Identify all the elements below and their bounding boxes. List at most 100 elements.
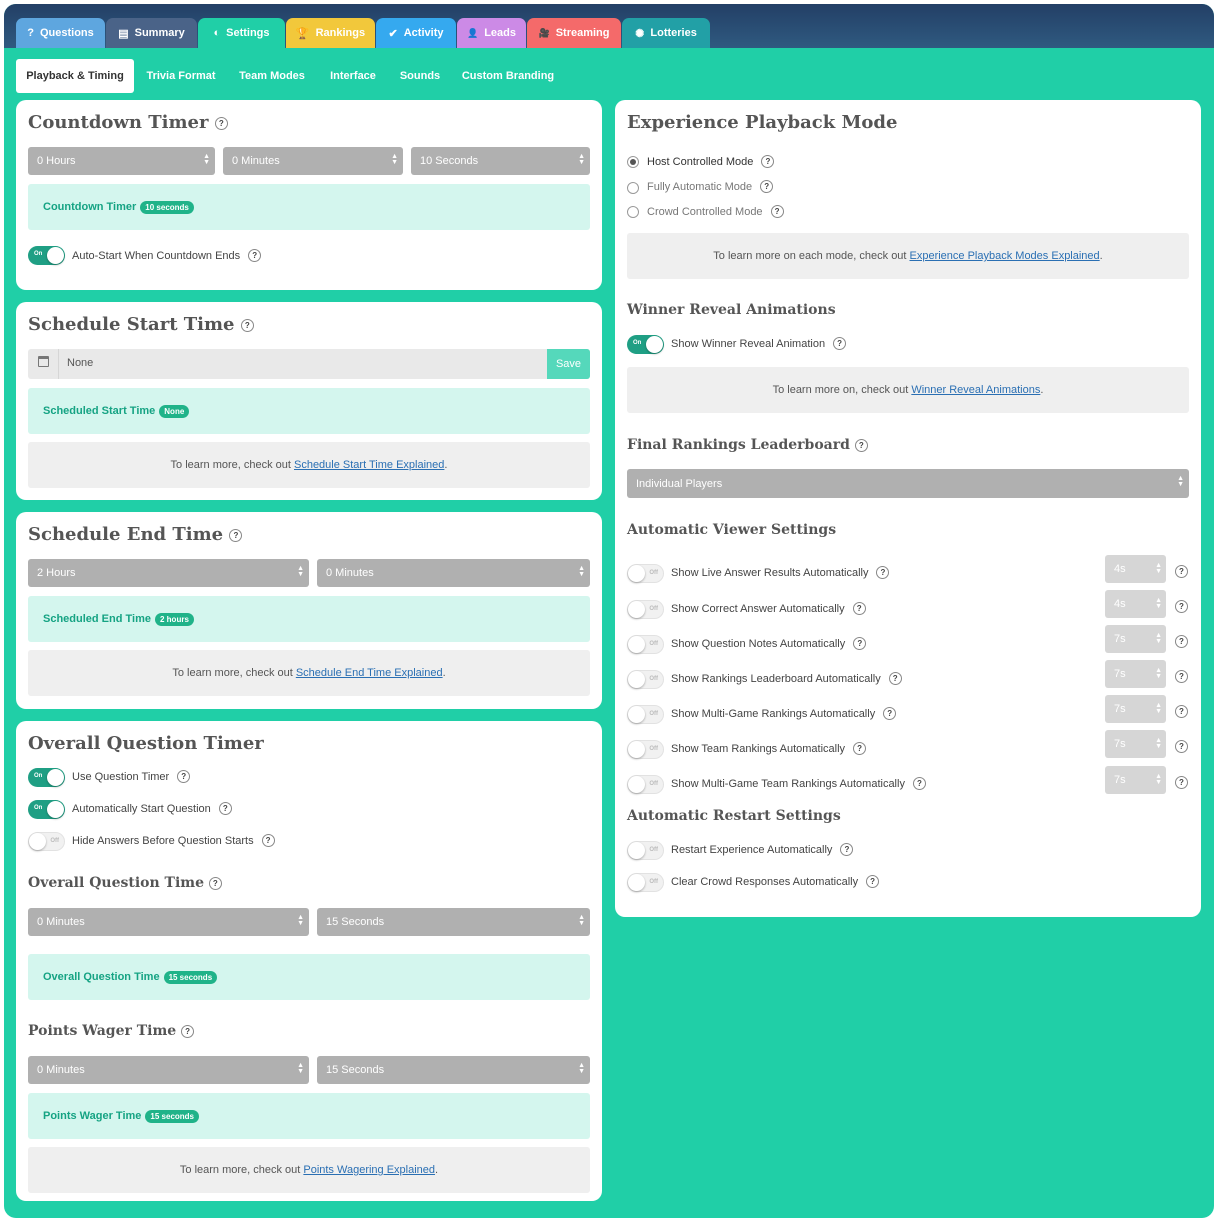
question-seconds-select[interactable]: 15 Seconds ▲ ▼ xyxy=(317,908,590,936)
help-icon[interactable]: ? xyxy=(888,672,902,685)
end-help-link[interactable]: Schedule End Time Explained xyxy=(296,667,443,679)
wager-seconds-select[interactable]: 15 Seconds ▲ ▼ xyxy=(317,1056,590,1084)
save-button[interactable]: Save xyxy=(547,349,590,379)
sort-arrows-icon: ▲ ▼ xyxy=(1155,597,1162,610)
live-answer-toggle[interactable]: Off xyxy=(627,564,664,583)
help-icon[interactable]: ? xyxy=(1175,740,1188,753)
help-icon[interactable]: ? xyxy=(181,1024,195,1038)
tab-activity[interactable]: ✔ Activity xyxy=(376,18,456,48)
auto-start-question-toggle[interactable]: On xyxy=(28,800,65,819)
playback-help-link[interactable]: Experience Playback Modes Explained xyxy=(910,250,1100,262)
leaderboard-select[interactable]: Individual Players ▲ ▼ xyxy=(627,469,1189,498)
subtab-trivia-format[interactable]: Trivia Format xyxy=(138,59,224,93)
subtab-interface[interactable]: Interface xyxy=(320,59,386,93)
tab-summary[interactable]: ▤ Summary xyxy=(106,18,197,48)
hours-select[interactable]: 0 Hours ▲ ▼ xyxy=(28,147,215,175)
radio-crowd-controlled[interactable] xyxy=(627,206,639,218)
multi-game-team-rankings-toggle[interactable]: Off xyxy=(627,775,664,794)
live-answer-delay-select[interactable]: 4s ▲ ▼ xyxy=(1105,555,1166,583)
toggle-icon: ◐ xyxy=(213,27,221,39)
help-icon[interactable]: ? xyxy=(208,876,222,890)
team-rankings-delay-select[interactable]: 7s ▲ ▼ xyxy=(1105,730,1166,758)
tab-settings[interactable]: ◐ Settings xyxy=(198,18,285,48)
subtab-team-modes[interactable]: Team Modes xyxy=(228,59,316,93)
question-minutes-select[interactable]: 0 Minutes ▲ ▼ xyxy=(28,908,309,936)
auto-start-toggle[interactable]: On xyxy=(28,246,65,265)
help-icon[interactable]: ? xyxy=(761,155,775,168)
help-icon[interactable]: ? xyxy=(1175,600,1188,613)
help-icon[interactable]: ? xyxy=(760,180,774,193)
help-icon[interactable]: ? xyxy=(240,318,254,332)
help-icon[interactable]: ? xyxy=(261,834,275,847)
help-icon[interactable]: ? xyxy=(1175,776,1188,789)
wager-info-box: Points Wager Time 15 seconds xyxy=(28,1093,590,1139)
correct-answer-toggle[interactable]: Off xyxy=(627,600,664,619)
multi-game-rankings-delay-select[interactable]: 7s ▲ ▼ xyxy=(1105,695,1166,723)
start-help-note: To learn more, check out Schedule Start T… xyxy=(28,442,590,488)
help-icon[interactable]: ? xyxy=(840,843,854,856)
tab-label: Leads xyxy=(484,27,516,39)
help-icon[interactable]: ? xyxy=(853,742,867,755)
question-notes-delay-select[interactable]: 7s ▲ ▼ xyxy=(1105,625,1166,653)
multi-game-team-rankings-delay-select[interactable]: 7s ▲ ▼ xyxy=(1105,766,1166,794)
end-hours-select[interactable]: 2 Hours ▲ ▼ xyxy=(28,559,309,587)
subtab-custom-branding[interactable]: Custom Branding xyxy=(454,59,562,93)
help-icon[interactable]: ? xyxy=(1175,705,1188,718)
start-date-field[interactable]: None Save xyxy=(28,349,590,379)
section-title: Experience Playback Mode xyxy=(627,112,898,133)
help-icon[interactable]: ? xyxy=(852,602,866,615)
hide-answers-toggle[interactable]: Off xyxy=(28,832,65,851)
date-divider xyxy=(58,349,59,379)
help-icon[interactable]: ? xyxy=(214,116,228,130)
tab-leads[interactable]: 👤 Leads xyxy=(457,18,526,48)
points-wager-title: Points Wager Time ? xyxy=(28,1023,195,1039)
radio-host-controlled[interactable] xyxy=(627,156,639,168)
multi-game-rankings-toggle[interactable]: Off xyxy=(627,705,664,724)
winner-reveal-toggle[interactable]: On xyxy=(627,335,664,354)
tab-rankings[interactable]: 🏆 Rankings xyxy=(286,18,375,48)
wager-minutes-select[interactable]: 0 Minutes ▲ ▼ xyxy=(28,1056,309,1084)
help-icon[interactable]: ? xyxy=(912,777,926,790)
help-icon[interactable]: ? xyxy=(229,528,243,542)
tab-lotteries[interactable]: ✺ Lotteries xyxy=(622,18,710,48)
help-icon[interactable]: ? xyxy=(1175,670,1188,683)
wager-help-link[interactable]: Points Wagering Explained xyxy=(303,1164,435,1176)
correct-answer-delay-select[interactable]: 4s ▲ ▼ xyxy=(1105,590,1166,618)
help-icon[interactable]: ? xyxy=(876,566,890,579)
minutes-select[interactable]: 0 Minutes ▲ ▼ xyxy=(223,147,403,175)
help-icon[interactable]: ? xyxy=(854,438,868,452)
rankings-leaderboard-toggle[interactable]: Off xyxy=(627,670,664,689)
viewer-setting-label: Show Question Notes Automatically? xyxy=(671,634,867,653)
host-controlled-label: Host Controlled Mode? xyxy=(647,154,775,169)
help-icon[interactable]: ? xyxy=(177,770,191,783)
start-help-link[interactable]: Schedule Start Time Explained xyxy=(294,459,444,471)
end-minutes-select[interactable]: 0 Minutes ▲ ▼ xyxy=(317,559,590,587)
team-rankings-toggle[interactable]: Off xyxy=(627,740,664,759)
help-icon[interactable]: ? xyxy=(218,802,232,815)
help-icon[interactable]: ? xyxy=(770,205,784,218)
help-icon[interactable]: ? xyxy=(248,249,262,262)
use-question-timer-toggle[interactable]: On xyxy=(28,768,65,787)
tab-questions[interactable]: ? Questions xyxy=(16,18,105,48)
winner-reveal-label: Show Winner Reveal Animation? xyxy=(671,334,847,353)
schedule-start-card: Schedule Start Time ? None Save Schedule… xyxy=(16,302,602,500)
clear-responses-toggle[interactable]: Off xyxy=(627,873,664,892)
subtab-playback-timing[interactable]: Playback & Timing xyxy=(16,59,134,93)
help-icon[interactable]: ? xyxy=(833,337,847,350)
help-icon[interactable]: ? xyxy=(866,875,880,888)
winner-help-link[interactable]: Winner Reveal Animations xyxy=(911,384,1040,396)
help-icon[interactable]: ? xyxy=(883,707,897,720)
tab-streaming[interactable]: 🎥 Streaming xyxy=(527,18,621,48)
help-icon[interactable]: ? xyxy=(1175,565,1188,578)
question-notes-toggle[interactable]: Off xyxy=(627,635,664,654)
seconds-select[interactable]: 10 Seconds ▲ ▼ xyxy=(411,147,590,175)
restart-experience-toggle[interactable]: Off xyxy=(627,841,664,860)
radio-fully-automatic[interactable] xyxy=(627,182,639,194)
help-icon[interactable]: ? xyxy=(1175,635,1188,648)
question-icon: ? xyxy=(27,27,34,39)
date-value: None xyxy=(67,357,94,369)
subtab-sounds[interactable]: Sounds xyxy=(390,59,450,93)
rankings-leaderboard-delay-select[interactable]: 7s ▲ ▼ xyxy=(1105,660,1166,688)
help-icon[interactable]: ? xyxy=(853,637,867,650)
status-badge: 10 seconds xyxy=(140,200,194,214)
